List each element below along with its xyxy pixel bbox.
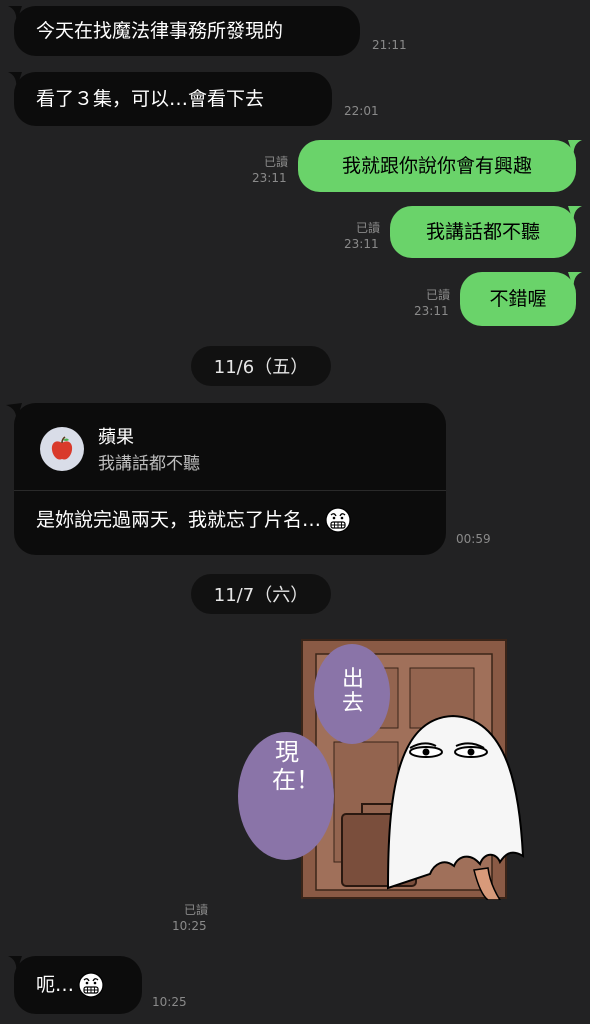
sticker-speech-go-out: 出去 bbox=[341, 667, 364, 716]
message-time: 23:11 bbox=[344, 237, 379, 251]
message-text: 我講話都不聽 bbox=[425, 221, 540, 243]
message-text: 看了３集，可以…會看下去 bbox=[36, 88, 265, 110]
quoted-message[interactable]: 蘋果 我講話都不聽 bbox=[14, 403, 446, 491]
read-receipt: 已讀 bbox=[184, 903, 209, 917]
message-time: 21:11 bbox=[372, 38, 407, 52]
received-message-bubble[interactable]: 呃… bbox=[8, 956, 142, 1014]
sent-message-bubble[interactable]: 我就跟你說你會有興趣 bbox=[298, 140, 582, 192]
read-receipt: 已讀 bbox=[425, 288, 450, 302]
message-text: 我就跟你說你會有興趣 bbox=[341, 155, 532, 177]
grimace-emoji-icon bbox=[325, 507, 351, 533]
sent-message-bubble[interactable]: 不錯喔 bbox=[460, 272, 582, 326]
date-separator: 11/7（六） bbox=[191, 574, 331, 614]
message-time: 10:25 bbox=[152, 995, 187, 1009]
bubble-tail-icon bbox=[8, 956, 22, 974]
message-time: 00:59 bbox=[456, 532, 491, 546]
bubble-tail-icon bbox=[568, 206, 582, 224]
bubble-tail-icon bbox=[8, 6, 22, 24]
quoted-message-text: 我講話都不聽 bbox=[98, 454, 200, 474]
bubble-tail-icon bbox=[8, 72, 22, 90]
message-text: 呃… bbox=[36, 974, 75, 996]
received-message-bubble[interactable]: 看了３集，可以…會看下去 bbox=[8, 72, 332, 126]
reply-message-bubble[interactable]: 蘋果 我講話都不聽 是妳說完過兩天，我就忘了片名… bbox=[6, 403, 446, 555]
message-time: 22:01 bbox=[344, 104, 379, 118]
bubble-tail-icon bbox=[568, 140, 582, 158]
read-receipt: 已讀 bbox=[355, 221, 380, 235]
message-time: 23:11 bbox=[252, 171, 287, 185]
received-message-bubble[interactable]: 今天在找魔法律事務所發現的 bbox=[8, 6, 360, 56]
sticker-speech-now: 現在！ bbox=[272, 738, 320, 794]
sticker-message[interactable]: 出去 現在！ bbox=[238, 638, 538, 901]
read-receipt: 已讀 bbox=[263, 155, 288, 169]
apple-avatar-icon bbox=[40, 427, 84, 471]
bubble-tail-icon bbox=[568, 272, 582, 290]
grimace-emoji-icon bbox=[78, 972, 104, 998]
quoted-sender-name: 蘋果 bbox=[98, 427, 134, 448]
date-separator: 11/6（五） bbox=[191, 346, 331, 386]
message-time: 23:11 bbox=[414, 304, 449, 318]
message-text: 是妳說完過兩天，我就忘了片名… bbox=[36, 509, 322, 531]
message-text: 今天在找魔法律事務所發現的 bbox=[36, 20, 284, 42]
message-time: 10:25 bbox=[172, 919, 207, 933]
message-text: 不錯喔 bbox=[489, 288, 547, 310]
reply-text: 是妳說完過兩天，我就忘了片名… bbox=[36, 507, 351, 533]
sent-message-bubble[interactable]: 我講話都不聽 bbox=[390, 206, 582, 258]
